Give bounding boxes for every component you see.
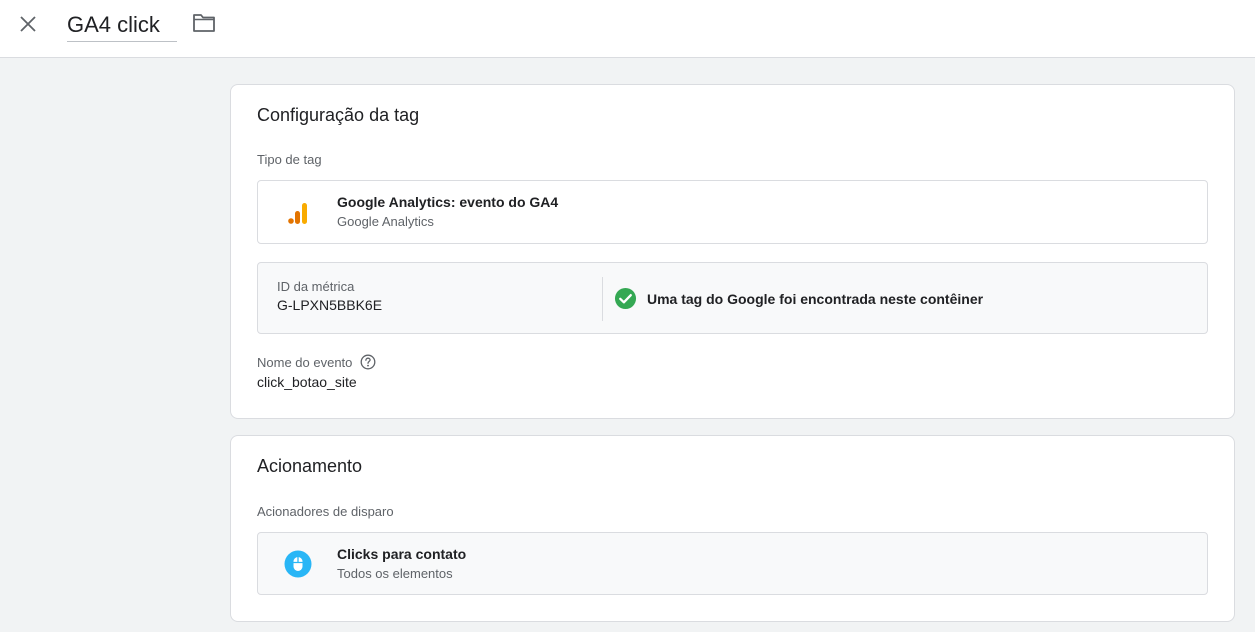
tag-configuration-title: Configuração da tag (257, 105, 420, 125)
trigger-subtitle: Todos os elementos (337, 566, 453, 581)
metric-id-label: ID da métrica (277, 279, 355, 294)
tag-type-title: Google Analytics: evento do GA4 (337, 194, 559, 210)
tag-name-field-wrap (67, 8, 177, 42)
folder-button[interactable] (190, 9, 218, 37)
tag-type-row[interactable]: Google Analytics: evento do GA4 Google A… (257, 180, 1208, 244)
triggering-title: Acionamento (257, 456, 363, 476)
tag-type-label: Tipo de tag (257, 152, 322, 167)
tag-name-input[interactable] (67, 8, 177, 41)
event-name-value: click_botao_site (257, 374, 357, 390)
google-analytics-icon (284, 199, 312, 227)
close-icon (20, 16, 36, 32)
folder-icon (193, 14, 215, 32)
check-circle-icon (614, 287, 637, 310)
metric-id-box[interactable]: ID da métrica G-LPXN5BBK6E Uma tag do Go… (257, 262, 1208, 334)
close-button[interactable] (14, 10, 42, 38)
event-name-label: Nome do evento (257, 354, 353, 370)
triggering-card: Acionamento Acionadores de disparo Click… (230, 435, 1235, 622)
google-tag-status-text: Uma tag do Google foi encontrada neste c… (647, 290, 984, 307)
metric-id-value: G-LPXN5BBK6E (277, 297, 383, 313)
editor-header (0, 0, 1255, 58)
tag-configuration-card: Configuração da tag Tipo de tag Google A… (230, 84, 1235, 419)
mouse-icon (284, 550, 312, 578)
trigger-title: Clicks para contato (337, 546, 467, 562)
metric-divider (602, 277, 603, 321)
help-icon[interactable] (360, 354, 376, 370)
trigger-row[interactable]: Clicks para contato Todos os elementos (257, 532, 1208, 595)
google-tag-status: Uma tag do Google foi encontrada neste c… (614, 287, 983, 310)
event-name-label-row: Nome do evento (257, 354, 376, 370)
firing-triggers-label: Acionadores de disparo (257, 504, 394, 519)
tag-type-subtitle: Google Analytics (337, 214, 434, 229)
